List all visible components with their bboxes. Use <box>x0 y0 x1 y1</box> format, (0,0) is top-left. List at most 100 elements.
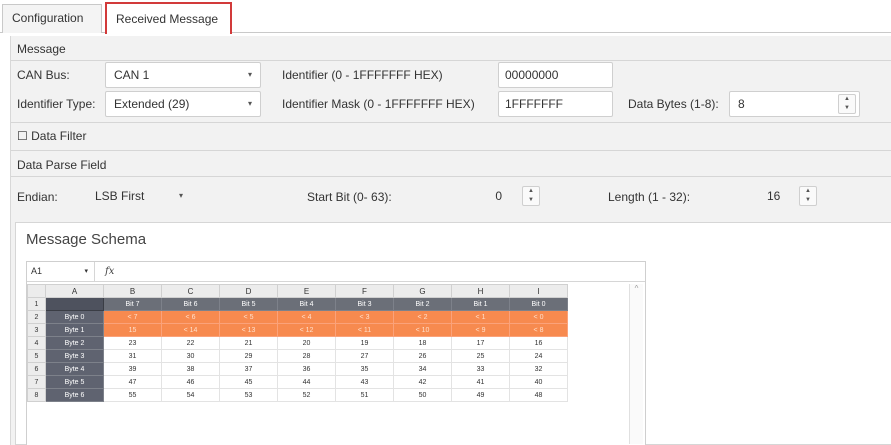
bit-cell[interactable]: 45 <box>219 375 278 389</box>
column-header[interactable]: F <box>335 284 394 298</box>
bit-cell[interactable]: 22 <box>161 336 220 350</box>
bit-cell[interactable]: 36 <box>277 362 336 376</box>
bit-header-cell[interactable]: Bit 3 <box>335 297 394 311</box>
column-header[interactable]: H <box>451 284 510 298</box>
bit-cell[interactable]: 16 <box>509 336 568 350</box>
bit-cell[interactable]: 28 <box>277 349 336 363</box>
column-header[interactable]: C <box>161 284 220 298</box>
row-header[interactable]: 6 <box>27 362 46 376</box>
bit-cell[interactable]: 40 <box>509 375 568 389</box>
bit-cell[interactable]: 51 <box>335 388 394 402</box>
bit-cell[interactable]: 15 <box>103 323 162 337</box>
endian-select[interactable]: LSB First ▾ <box>91 184 183 210</box>
bit-cell[interactable]: 29 <box>219 349 278 363</box>
identifier-type-select[interactable]: Extended (29) ▾ <box>105 91 261 117</box>
vertical-scrollbar[interactable]: ^ <box>629 284 643 444</box>
bit-cell[interactable]: < 10 <box>393 323 452 337</box>
column-header[interactable]: E <box>277 284 336 298</box>
bit-cell[interactable]: < 6 <box>161 310 220 324</box>
bit-header-cell[interactable]: Bit 5 <box>219 297 278 311</box>
bit-cell[interactable]: < 0 <box>509 310 568 324</box>
bit-header-cell[interactable]: Bit 4 <box>277 297 336 311</box>
bit-header-cell[interactable]: Bit 6 <box>161 297 220 311</box>
row-header[interactable]: 8 <box>27 388 46 402</box>
bit-cell[interactable]: 50 <box>393 388 452 402</box>
bit-header-cell[interactable]: Bit 7 <box>103 297 162 311</box>
bit-cell[interactable]: 20 <box>277 336 336 350</box>
bit-cell[interactable]: < 5 <box>219 310 278 324</box>
can-bus-select[interactable]: CAN 1 ▾ <box>105 62 261 88</box>
spinner-arrows-icon[interactable]: ▲ ▼ <box>522 186 540 206</box>
tab-received-message[interactable]: Received Message <box>105 2 232 34</box>
bit-cell[interactable]: 44 <box>277 375 336 389</box>
bit-cell[interactable]: 39 <box>103 362 162 376</box>
bit-header-cell[interactable]: Bit 2 <box>393 297 452 311</box>
row-header[interactable]: 1 <box>27 297 46 311</box>
bit-cell[interactable]: 18 <box>393 336 452 350</box>
bit-cell[interactable]: < 12 <box>277 323 336 337</box>
tab-configuration[interactable]: Configuration <box>2 4 102 33</box>
bit-header-cell[interactable]: Bit 0 <box>509 297 568 311</box>
bit-cell[interactable]: 38 <box>161 362 220 376</box>
scroll-up-icon[interactable]: ^ <box>635 284 639 293</box>
column-header[interactable]: I <box>509 284 568 298</box>
bit-cell[interactable]: < 8 <box>509 323 568 337</box>
identifier-mask-input[interactable]: 1FFFFFFF <box>498 91 613 117</box>
bit-cell[interactable]: 19 <box>335 336 394 350</box>
bit-cell[interactable]: < 13 <box>219 323 278 337</box>
byte-label-cell[interactable]: Byte 5 <box>45 375 104 389</box>
bit-cell[interactable]: 54 <box>161 388 220 402</box>
schema-spreadsheet[interactable]: A1 ▾ fx A B C D E F G H I 1 Bit 7 Bit 6 Bit 5 Bit 4 Bi… <box>26 261 646 445</box>
selected-cell[interactable] <box>45 297 104 311</box>
column-header[interactable]: B <box>103 284 162 298</box>
row-header[interactable]: 5 <box>27 349 46 363</box>
cell-reference-box[interactable]: A1 ▾ <box>27 262 95 281</box>
byte-label-cell[interactable]: Byte 2 <box>45 336 104 350</box>
data-bytes-spinner[interactable]: 8 ▲ ▼ <box>729 91 860 117</box>
byte-label-cell[interactable]: Byte 6 <box>45 388 104 402</box>
bit-cell[interactable]: 55 <box>103 388 162 402</box>
row-header[interactable]: 3 <box>27 323 46 337</box>
bit-cell[interactable]: < 2 <box>393 310 452 324</box>
bit-cell[interactable]: 21 <box>219 336 278 350</box>
length-spinner[interactable]: 16 ▲ ▼ <box>759 184 831 210</box>
byte-label-cell[interactable]: Byte 0 <box>45 310 104 324</box>
bit-cell[interactable]: < 14 <box>161 323 220 337</box>
row-header[interactable]: 7 <box>27 375 46 389</box>
bit-cell[interactable]: < 1 <box>451 310 510 324</box>
bit-cell[interactable]: 26 <box>393 349 452 363</box>
bit-cell[interactable]: 47 <box>103 375 162 389</box>
bit-cell[interactable]: < 9 <box>451 323 510 337</box>
bit-cell[interactable]: 17 <box>451 336 510 350</box>
bit-cell[interactable]: 27 <box>335 349 394 363</box>
byte-label-cell[interactable]: Byte 4 <box>45 362 104 376</box>
data-filter-toggle[interactable]: ☐ Data Filter <box>17 129 86 143</box>
bit-cell[interactable]: < 7 <box>103 310 162 324</box>
start-bit-spinner[interactable]: 0 ▲ ▼ <box>462 184 546 210</box>
bit-cell[interactable]: 42 <box>393 375 452 389</box>
byte-label-cell[interactable]: Byte 1 <box>45 323 104 337</box>
spinner-arrows-icon[interactable]: ▲ ▼ <box>799 186 817 206</box>
bit-cell[interactable]: 32 <box>509 362 568 376</box>
bit-cell[interactable]: 33 <box>451 362 510 376</box>
identifier-input[interactable]: 00000000 <box>498 62 613 88</box>
bit-cell[interactable]: 46 <box>161 375 220 389</box>
bit-cell[interactable]: 53 <box>219 388 278 402</box>
bit-cell[interactable]: 43 <box>335 375 394 389</box>
checkbox-icon[interactable]: ☐ <box>17 129 28 143</box>
bit-cell[interactable]: 41 <box>451 375 510 389</box>
bit-cell[interactable]: 23 <box>103 336 162 350</box>
column-header[interactable]: D <box>219 284 278 298</box>
bit-cell[interactable]: 35 <box>335 362 394 376</box>
bit-header-cell[interactable]: Bit 1 <box>451 297 510 311</box>
bit-cell[interactable]: 31 <box>103 349 162 363</box>
bit-cell[interactable]: 34 <box>393 362 452 376</box>
bit-cell[interactable]: < 4 <box>277 310 336 324</box>
bit-cell[interactable]: 37 <box>219 362 278 376</box>
bit-cell[interactable]: < 3 <box>335 310 394 324</box>
row-header[interactable]: 4 <box>27 336 46 350</box>
bit-cell[interactable]: 48 <box>509 388 568 402</box>
select-all-corner[interactable] <box>27 284 46 298</box>
bit-cell[interactable]: 30 <box>161 349 220 363</box>
bit-cell[interactable]: 24 <box>509 349 568 363</box>
